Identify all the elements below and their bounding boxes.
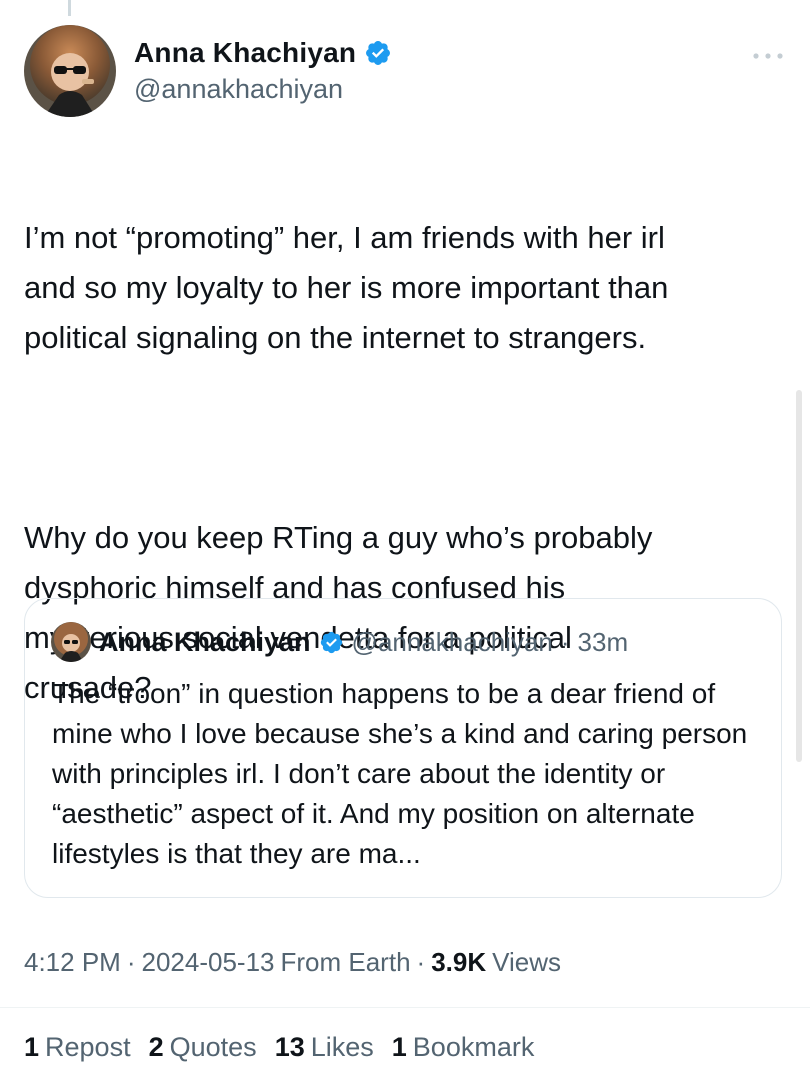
quotes-label: Quotes [169,1032,257,1062]
bookmarks-stat[interactable]: 1 Bookmark [392,1032,535,1063]
reposts-label: Repost [45,1032,131,1062]
quoted-tweet-card[interactable]: Anna Khachiyan @annakhachiyan · 33m The … [24,598,782,898]
likes-stat[interactable]: 13 Likes [275,1032,374,1063]
reposts-stat[interactable]: 1 Repost [24,1032,131,1063]
quote-avatar [51,622,91,662]
more-horizontal-icon[interactable] [750,49,786,61]
thread-connector-line [68,0,71,16]
reposts-count: 1 [24,1032,40,1062]
meta-separator-dot-2: · [416,947,426,977]
tweet-meta-row: 4:12 PM · 2024-05-13 From Earth · 3.9K V… [24,947,561,978]
tweet-paragraph-1: I’m not “promoting” her, I am friends wi… [24,220,669,355]
likes-count: 13 [274,1032,305,1062]
quotes-stat[interactable]: 2 Quotes [149,1032,257,1063]
likes-label: Likes [310,1032,374,1062]
quote-author-name: Anna Khachiyan [99,626,311,657]
author-handle[interactable]: @annakhachiyan [134,74,343,105]
quote-text: The “troon” in question happens to be a … [52,678,748,869]
avatar[interactable] [24,25,116,117]
quote-separator-dot: · [560,626,570,657]
views-count: 3.9K [431,947,487,977]
author-name-row: Anna Khachiyan [134,37,392,69]
engagement-stats-row: 1 Repost 2 Quotes 13 Likes 1 Bookmark [24,1032,534,1063]
quoted-tweet-header: Anna Khachiyan @annakhachiyan · 33m [51,622,628,662]
verified-badge-icon [364,39,392,67]
quote-timestamp: 33m [577,626,629,657]
post-source: From Earth [280,947,411,977]
meta-separator-dot: · [126,947,136,977]
post-date[interactable]: 2024-05-13 [142,947,275,978]
tweet-header: Anna Khachiyan @annakhachiyan [24,25,786,117]
views-label: Views [492,947,562,977]
quote-author-handle: @annakhachiyan [351,626,553,657]
bookmarks-count: 1 [391,1032,407,1062]
divider [0,1007,810,1008]
scrollbar[interactable] [796,390,802,762]
quotes-count: 2 [148,1032,164,1062]
avatar-image [24,25,116,117]
post-time[interactable]: 4:12 PM [24,947,121,978]
quote-verified-badge-icon [319,630,344,655]
author-display-name[interactable]: Anna Khachiyan [134,37,356,69]
bookmarks-label: Bookmark [412,1032,535,1062]
